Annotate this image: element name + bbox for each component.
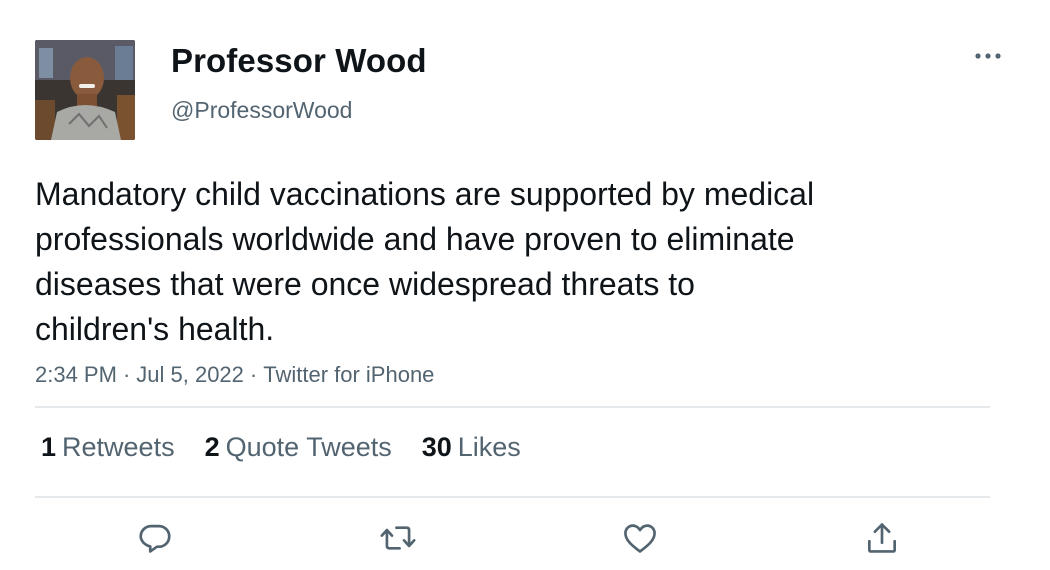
divider: [35, 406, 990, 408]
retweets-stat[interactable]: 1 Retweets: [41, 432, 175, 463]
more-dots-icon: [975, 53, 1001, 59]
tweet-stats: 1 Retweets 2 Quote Tweets 30 Likes: [41, 432, 551, 463]
share-icon: [867, 523, 897, 553]
tweet-text-line: Mandatory child vaccinations are support…: [35, 176, 815, 212]
tweet-text: Mandatory child vaccinations are support…: [35, 172, 955, 352]
retweet-button[interactable]: [378, 518, 418, 558]
tweet-date[interactable]: Jul 5, 2022: [136, 362, 244, 387]
profile-photo-icon: [35, 40, 135, 140]
tweet-time[interactable]: 2:34 PM: [35, 362, 117, 387]
retweets-label: Retweets: [62, 432, 175, 462]
tweet-text-line: children's health.: [35, 311, 275, 347]
retweet-icon: [380, 526, 416, 550]
user-handle[interactable]: @ProfessorWood: [171, 97, 352, 124]
avatar[interactable]: [35, 40, 135, 140]
like-icon: [624, 524, 656, 553]
display-name[interactable]: Professor Wood: [171, 42, 427, 80]
quote-tweets-stat[interactable]: 2 Quote Tweets: [205, 432, 392, 463]
meta-separator: ·: [249, 362, 258, 387]
reply-button[interactable]: [135, 518, 175, 558]
tweet-text-line: professionals worldwide and have proven …: [35, 221, 795, 257]
likes-label: Likes: [457, 432, 521, 462]
retweets-count: 1: [41, 432, 57, 462]
more-options-button[interactable]: [966, 42, 1010, 70]
reply-icon: [139, 524, 171, 553]
likes-stat[interactable]: 30 Likes: [422, 432, 521, 463]
quote-tweets-label: Quote Tweets: [225, 432, 392, 462]
tweet-text-line: diseases that were once widespread threa…: [35, 266, 695, 302]
likes-count: 30: [421, 432, 452, 462]
divider: [35, 496, 990, 498]
tweet-card: Professor Wood @ProfessorWood Mandatory …: [0, 0, 1050, 570]
like-button[interactable]: [620, 518, 660, 558]
meta-separator: ·: [122, 362, 131, 387]
share-button[interactable]: [862, 518, 902, 558]
tweet-meta: 2:34 PM · Jul 5, 2022 · Twitter for iPhone: [35, 362, 434, 388]
tweet-source-link[interactable]: Twitter for iPhone: [263, 362, 434, 387]
quote-tweets-count: 2: [204, 432, 220, 462]
